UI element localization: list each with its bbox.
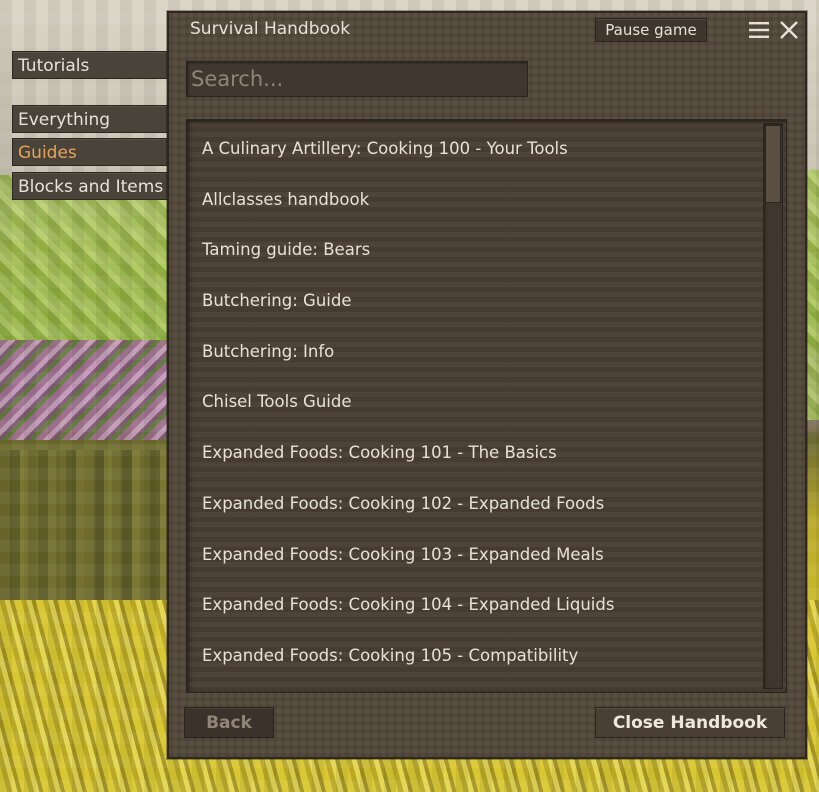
guide-list-item[interactable]: Expanded Foods: Cooking 104 - Expanded L…	[187, 580, 760, 631]
close-x-icon[interactable]	[779, 20, 799, 40]
tab-guides[interactable]: Guides	[12, 138, 169, 166]
survival-handbook-dialog: Survival Handbook Pause game A Culinary …	[167, 11, 807, 759]
guide-list-item[interactable]: Chisel Tools Guide	[187, 377, 760, 428]
tab-tutorials[interactable]: Tutorials	[12, 51, 169, 79]
tab-blocks-and-items[interactable]: Blocks and Items	[12, 172, 169, 200]
list-scrollbar[interactable]	[763, 123, 783, 689]
guide-list-item[interactable]: Expanded Foods: Cooking 105 - Compatibil…	[187, 631, 760, 682]
guide-list-item[interactable]: Allclasses handbook	[187, 175, 760, 226]
dialog-title: Survival Handbook	[190, 19, 351, 39]
search-input[interactable]	[186, 61, 528, 97]
guide-list-item[interactable]: A Culinary Artillery: Cooking 100 - Your…	[187, 124, 760, 175]
tab-everything[interactable]: Everything	[12, 105, 169, 133]
guide-list-item[interactable]: Butchering: Info	[187, 327, 760, 378]
game-screen: Tutorials Everything Guides Blocks and I…	[0, 0, 819, 792]
back-button[interactable]: Back	[184, 707, 274, 738]
scrollbar-thumb[interactable]	[765, 125, 781, 203]
guide-list-panel: A Culinary Artillery: Cooking 100 - Your…	[186, 119, 787, 693]
guide-list-item[interactable]: Expanded Foods: Cooking 103 - Expanded M…	[187, 530, 760, 581]
pause-game-button[interactable]: Pause game	[595, 18, 707, 42]
guide-list-item[interactable]: Expanded Foods: Cooking 102 - Expanded F…	[187, 479, 760, 530]
guide-list-item[interactable]: Butchering: Guide	[187, 276, 760, 327]
guide-list-item[interactable]: Expanded Foods: Cooking 101 - The Basics	[187, 428, 760, 479]
dialog-title-bar[interactable]: Survival Handbook Pause game	[169, 13, 805, 47]
close-handbook-button[interactable]: Close Handbook	[595, 707, 785, 738]
hamburger-menu-icon[interactable]	[749, 21, 769, 39]
guide-list-item[interactable]: Taming guide: Bears	[187, 225, 760, 276]
guide-list: A Culinary Artillery: Cooking 100 - Your…	[187, 120, 760, 692]
